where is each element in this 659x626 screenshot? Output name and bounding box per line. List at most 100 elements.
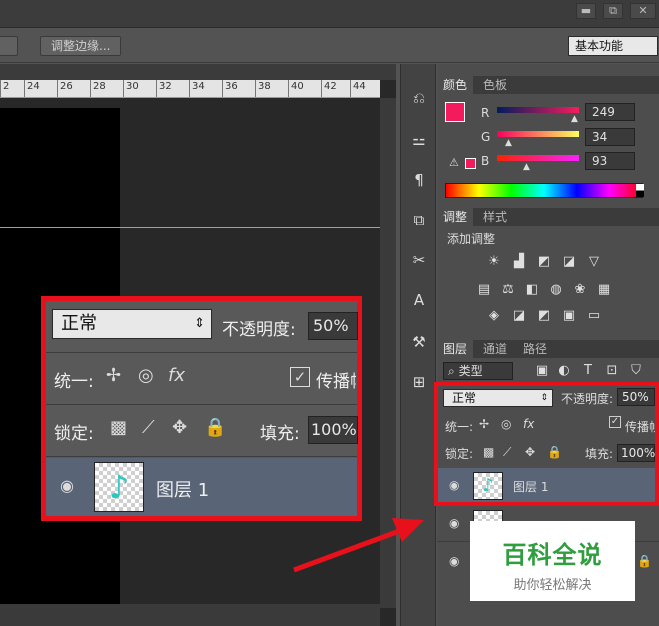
refine-edge-button[interactable]: 调整边缘...: [40, 36, 122, 56]
callout-opacity-label: 不透明度:: [222, 320, 296, 340]
paragraph-styles-icon[interactable]: ⧉: [407, 208, 431, 232]
tab-layers[interactable]: 图层: [437, 340, 474, 358]
layer-comps-icon[interactable]: ⊞: [407, 370, 431, 394]
callout-propagate-checkbox[interactable]: ✓: [290, 367, 310, 387]
r-slider[interactable]: [497, 107, 579, 113]
g-slider[interactable]: [497, 131, 579, 137]
tab-swatches[interactable]: 色板: [477, 76, 513, 94]
b-label: B: [481, 154, 490, 168]
eye-icon[interactable]: ◉: [60, 476, 74, 495]
watermark-title: 百科全说: [502, 541, 603, 569]
character-icon[interactable]: A: [407, 288, 431, 312]
eye-icon[interactable]: ◉: [449, 554, 459, 568]
callout-blend-mode-select[interactable]: 正常 ⇕: [52, 309, 212, 339]
hue-saturation-icon[interactable]: ▤: [475, 282, 493, 298]
selective-color-icon[interactable]: ▣: [560, 308, 578, 324]
callout-layer-thumbnail: ♪: [94, 462, 144, 512]
options-partial-button[interactable]: [0, 36, 18, 56]
gradient-map-icon[interactable]: ▭: [585, 308, 603, 324]
shape-filter-icon[interactable]: ⊡: [603, 363, 621, 379]
lock-all-icon[interactable]: 🔒: [204, 417, 226, 438]
layer-filter-select[interactable]: ⌕ 类型: [443, 362, 513, 380]
restore-button[interactable]: ⧉: [603, 3, 623, 19]
tab-styles[interactable]: 样式: [477, 208, 513, 226]
b-slider[interactable]: [497, 155, 579, 161]
posterize-icon[interactable]: ◪: [510, 308, 528, 324]
search-icon: ⌕: [448, 364, 455, 378]
tool-presets-icon[interactable]: ✂: [407, 248, 431, 272]
close-button[interactable]: ✕: [630, 3, 656, 19]
lock-transparency-icon[interactable]: ▩: [110, 417, 127, 438]
tab-paths[interactable]: 路径: [517, 340, 553, 358]
ruler-tick: 42: [321, 80, 337, 97]
brush-settings-icon[interactable]: ⚍: [407, 128, 431, 152]
b-slider-handle[interactable]: ▲: [523, 162, 530, 172]
threshold-icon[interactable]: ◩: [535, 308, 553, 324]
unify-style-icon[interactable]: fx: [168, 365, 185, 386]
channel-mixer-icon[interactable]: ❀: [571, 282, 589, 298]
g-label: G: [481, 130, 491, 144]
type-filter-icon[interactable]: T: [579, 363, 597, 379]
eye-icon[interactable]: ◉: [449, 516, 459, 530]
options-bar: 调整边缘... 基本功能: [0, 29, 659, 63]
callout-fill-input[interactable]: 100%: [308, 416, 358, 444]
horizontal-scrollbar[interactable]: [0, 604, 380, 626]
tab-channels[interactable]: 通道: [477, 340, 513, 358]
adjustment-filter-icon[interactable]: ◐: [555, 363, 573, 379]
r-slider-handle[interactable]: ▲: [571, 114, 578, 124]
g-value-input[interactable]: 34: [585, 128, 635, 146]
history-icon[interactable]: ⎌: [407, 86, 431, 110]
ruler-tick: 26: [57, 80, 73, 97]
color-spectrum-bar[interactable]: [445, 183, 643, 198]
callout-fill-label: 填充:: [260, 424, 300, 444]
vibrance-icon[interactable]: ▽: [585, 254, 603, 270]
foreground-color-swatch[interactable]: [445, 102, 465, 122]
lock-icon: 🔒: [637, 554, 652, 568]
ruler-tick: 2: [0, 80, 9, 97]
callout-unify-row: 统一: ✢ ◎ fx ✓ 传播帧: [46, 353, 357, 405]
curves-icon[interactable]: ◩: [535, 254, 553, 270]
ruler-tick: 30: [123, 80, 139, 97]
callout-layer-row[interactable]: ◉ ♪ 图层 1: [46, 458, 357, 516]
callout-opacity-input[interactable]: 50%: [308, 312, 358, 340]
workspace-select[interactable]: 基本功能: [568, 36, 658, 56]
adjustments-panel-tabs: 调整 样式: [437, 208, 659, 226]
window-titlebar: ▬ ⧉ ✕: [0, 0, 659, 28]
tab-color[interactable]: 颜色: [437, 76, 474, 94]
ruler-tick: 40: [288, 80, 304, 97]
callout-layer-name[interactable]: 图层 1: [156, 476, 209, 502]
photo-filter-icon[interactable]: ◍: [547, 282, 565, 298]
pixel-filter-icon[interactable]: ▣: [533, 363, 551, 379]
lock-position-icon[interactable]: ✥: [172, 417, 187, 438]
smart-object-filter-icon[interactable]: ⛉: [627, 363, 645, 379]
color-lookup-icon[interactable]: ▦: [595, 282, 613, 298]
updown-arrow-icon: ⇕: [194, 316, 205, 331]
levels-icon[interactable]: ▟: [510, 254, 528, 270]
minimize-button[interactable]: ▬: [576, 3, 596, 19]
web-color-chip[interactable]: [465, 158, 476, 169]
black-white-ramp[interactable]: [636, 184, 644, 197]
invert-icon[interactable]: ◈: [485, 308, 503, 324]
tab-adjustments[interactable]: 调整: [437, 208, 474, 226]
r-value-input[interactable]: 249: [585, 103, 635, 121]
callout-blend-row: 正常 ⇕ 不透明度: 50%: [46, 301, 358, 353]
watermark-subtitle: 助你轻松解决: [513, 578, 592, 593]
lock-pixels-icon[interactable]: ⟋: [142, 417, 155, 438]
color-panel-tabs: 颜色 色板: [437, 76, 659, 94]
color-balance-icon[interactable]: ⚖: [499, 282, 517, 298]
unify-position-icon[interactable]: ✢: [106, 365, 121, 386]
exposure-icon[interactable]: ◪: [560, 254, 578, 270]
guide-line[interactable]: [0, 227, 380, 228]
g-slider-handle[interactable]: ▲: [505, 138, 512, 148]
gamut-warning-icon[interactable]: ⚠: [449, 156, 459, 169]
layers-panel-tabs: 图层 通道 路径: [437, 340, 659, 358]
black-white-icon[interactable]: ◧: [523, 282, 541, 298]
callout-unify-label: 统一:: [54, 372, 94, 392]
paragraph-icon[interactable]: ¶: [407, 168, 431, 192]
brightness-contrast-icon[interactable]: ☀: [485, 254, 503, 270]
callout-blend-mode-value: 正常: [61, 313, 97, 334]
unify-visibility-icon[interactable]: ◎: [138, 365, 154, 386]
b-value-input[interactable]: 93: [585, 152, 635, 170]
adjustments-title: 添加调整: [447, 232, 496, 246]
brush-icon[interactable]: ⚒: [407, 330, 431, 354]
